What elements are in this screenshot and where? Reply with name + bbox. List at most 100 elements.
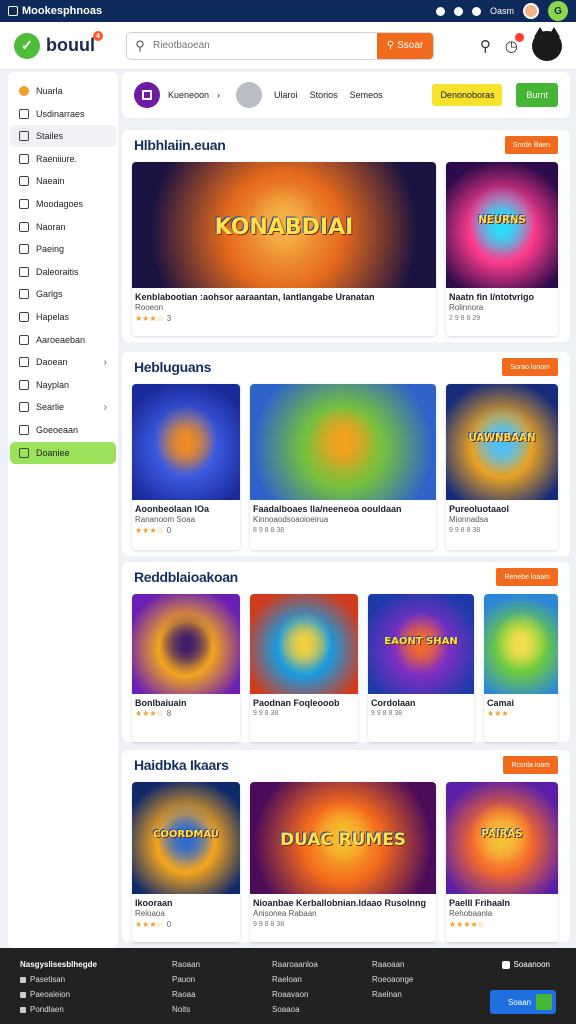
game-subtitle: Rehobaanla — [449, 909, 493, 918]
game-title[interactable]: Paelll Frihaaln — [446, 894, 558, 908]
game-title[interactable]: Naatn fin l/ntotvrigo — [446, 288, 558, 302]
rating-count: 0 — [166, 920, 172, 929]
main-content: Kueneoon › Ularoi Storios Semeos Denonob… — [122, 72, 570, 118]
see-all-button[interactable]: Renebe loaam — [496, 568, 558, 586]
footer-col-1-title: Nasgyslisesblhegde — [20, 960, 97, 969]
game-card[interactable]: Camai ★★★ — [484, 594, 558, 742]
footer-link[interactable]: Raeloan — [272, 975, 318, 984]
game-title[interactable]: Faadalboaes lla/neeneoa oouldaan — [250, 500, 436, 514]
chevron-right-icon: › — [103, 356, 107, 368]
green-button[interactable]: Burnt — [516, 83, 558, 107]
game-card[interactable]: Aoonbeolaan lOa Rananoom Soaa ★★★☆ 0 — [132, 384, 240, 550]
info-icon[interactable] — [453, 6, 463, 16]
game-title[interactable]: Cordolaan — [368, 694, 474, 708]
footer-button[interactable]: Soaan — [490, 990, 556, 1014]
sidebar-item[interactable]: Naoran — [10, 216, 116, 238]
footer-link[interactable]: Pauon — [172, 975, 200, 984]
star-rating: ★★★☆ 0 — [132, 525, 240, 536]
character-art — [276, 612, 332, 667]
sidebar-item[interactable]: Doaniee — [10, 441, 116, 464]
search-button[interactable]: ⚲ Ssoar — [377, 32, 433, 59]
logo[interactable]: ✓ bouul 4 — [14, 31, 114, 59]
game-meta: 9 9 8 38 — [253, 710, 279, 717]
settings-icon[interactable] — [471, 6, 481, 16]
notification-icon[interactable] — [435, 6, 445, 16]
game-card[interactable]: Faadalboaes lla/neeneoa oouldaan Kinnoaod… — [250, 384, 436, 550]
game-card[interactable]: DUAC RUMES Nioanbae Kerballobnian.ldaao R… — [250, 782, 436, 942]
sidebar-item[interactable]: Paeing — [10, 238, 116, 260]
footer-button-icon — [536, 994, 552, 1010]
yellow-button[interactable]: Denonoboras — [432, 84, 503, 106]
footer-link[interactable]: Raaroaanloa — [272, 960, 318, 969]
footer-link[interactable]: Raoaa — [172, 990, 200, 999]
footer-link[interactable]: Soaaoa — [272, 1005, 318, 1014]
see-all-button[interactable]: Rcsnla ioam — [503, 756, 558, 774]
sidebar-item[interactable]: Naeain — [10, 170, 116, 192]
sidebar-item[interactable]: Stailes — [10, 125, 116, 148]
sidebar-item[interactable]: Searlie › — [10, 396, 116, 418]
game-title[interactable]: Pureoluotaaol — [446, 500, 558, 514]
footer-link[interactable]: Raelnan — [372, 990, 413, 999]
profile-badge[interactable]: G — [548, 1, 568, 21]
game-card[interactable]: UAWNBAAN Pureoluotaaol Mionnadsa 9 9 8 8 38 — [446, 384, 558, 550]
game-thumbnail: DUAC RUMES — [250, 782, 436, 894]
game-card[interactable]: COORDMAU Ikooraan Reloaoa ★★★☆ 0 — [132, 782, 240, 942]
see-all-button[interactable]: Snrde illaen — [505, 136, 558, 154]
social-link[interactable]: Soaanoon — [501, 960, 550, 969]
timer-icon[interactable]: ◷ — [505, 32, 524, 55]
sidebar-item[interactable]: Garlgs — [10, 283, 116, 305]
game-subtitle: Rolinnora — [449, 303, 484, 312]
game-card[interactable]: PAIRAS Paelll Frihaaln Rehobaanla ★★★★☆ — [446, 782, 558, 942]
sidebar-item-label: Daoean — [36, 357, 68, 368]
game-title[interactable]: Bonlbaiuain — [132, 694, 240, 708]
breadcrumb-item-2[interactable]: Ularoi — [274, 90, 298, 100]
game-title[interactable]: Camai — [484, 694, 558, 708]
star-rating: ★★★☆ 8 — [132, 708, 240, 719]
game-card[interactable]: KONABDIAI Kenblabootian :aohsor aaraantan… — [132, 162, 436, 336]
breadcrumb-item-1[interactable]: Kueneoon — [168, 90, 209, 100]
coin-icon — [19, 86, 29, 96]
user-icon — [19, 424, 29, 435]
star-rating: ★★★☆ 3 — [132, 313, 436, 324]
footer-link[interactable]: Raoaan — [172, 960, 200, 969]
game-title[interactable]: Aoonbeolaan lOa — [132, 500, 240, 514]
heart-icon — [19, 311, 29, 322]
search-input[interactable] — [153, 40, 377, 51]
game-title[interactable]: Nioanbae Kerballobnian.ldaao Rusolnng — [250, 894, 436, 908]
sidebar-item[interactable]: Usdinarraes — [10, 103, 116, 125]
sidebar-item[interactable]: Daleoraitis — [10, 261, 116, 283]
game-card[interactable]: NEURNS Naatn fin l/ntotvrigo Rolinnora 2 9 … — [446, 162, 558, 336]
sidebar-item[interactable]: Raeniiure. — [10, 148, 116, 170]
category-icon[interactable] — [134, 82, 160, 108]
avatar[interactable] — [523, 3, 539, 19]
stars-icon: ★★★ — [487, 709, 509, 718]
footer-link[interactable]: Noits — [172, 1005, 200, 1014]
see-all-button[interactable]: Sorao lonom — [502, 358, 558, 376]
footer-link[interactable]: Pasetisan — [20, 975, 97, 984]
sidebar-item[interactable]: Hapelas — [10, 306, 116, 328]
sidebar-item[interactable]: Goeoeaan — [10, 419, 116, 441]
sidebar-item[interactable]: Moodagoes — [10, 193, 116, 215]
gray-avatar[interactable] — [236, 82, 263, 108]
game-title[interactable]: Kenblabootian :aohsor aaraantan, Iantlan… — [132, 288, 436, 302]
game-title[interactable]: Ikooraan — [132, 894, 240, 908]
footer-link[interactable]: Paeoaleion — [20, 990, 97, 999]
magnifier-icon[interactable]: ⚲ — [480, 37, 491, 55]
game-card[interactable]: Bonlbaiuain ★★★☆ 8 — [132, 594, 240, 742]
game-title[interactable]: Paodnan Foqleooob — [250, 694, 358, 708]
sidebar-item[interactable]: Nayplan — [10, 374, 116, 396]
user-name[interactable]: Oasm — [490, 6, 514, 16]
footer-link[interactable]: Roaavaon — [272, 990, 318, 999]
footer-link[interactable]: Roeoaonge — [372, 975, 413, 984]
sidebar-item[interactable]: Daoean › — [10, 351, 116, 373]
game-card[interactable]: EAONT SHAN Cordolaan 9 9 8 8 38 — [368, 594, 474, 742]
breadcrumb-item-4[interactable]: Semeos — [350, 90, 383, 100]
sidebar-item[interactable]: Nuarla — [10, 80, 116, 102]
footer-link[interactable]: Pondlaen — [20, 1005, 97, 1014]
top-brand[interactable]: Mookesphnoas — [8, 5, 102, 17]
breadcrumb-item-3[interactable]: Storios — [310, 90, 338, 100]
game-card[interactable]: Paodnan Foqleooob 9 9 8 38 — [250, 594, 358, 742]
cat-avatar[interactable] — [532, 26, 562, 61]
sidebar-item[interactable]: Aaroeaeban — [10, 329, 116, 351]
footer-link[interactable]: Raaoaan — [372, 960, 413, 969]
